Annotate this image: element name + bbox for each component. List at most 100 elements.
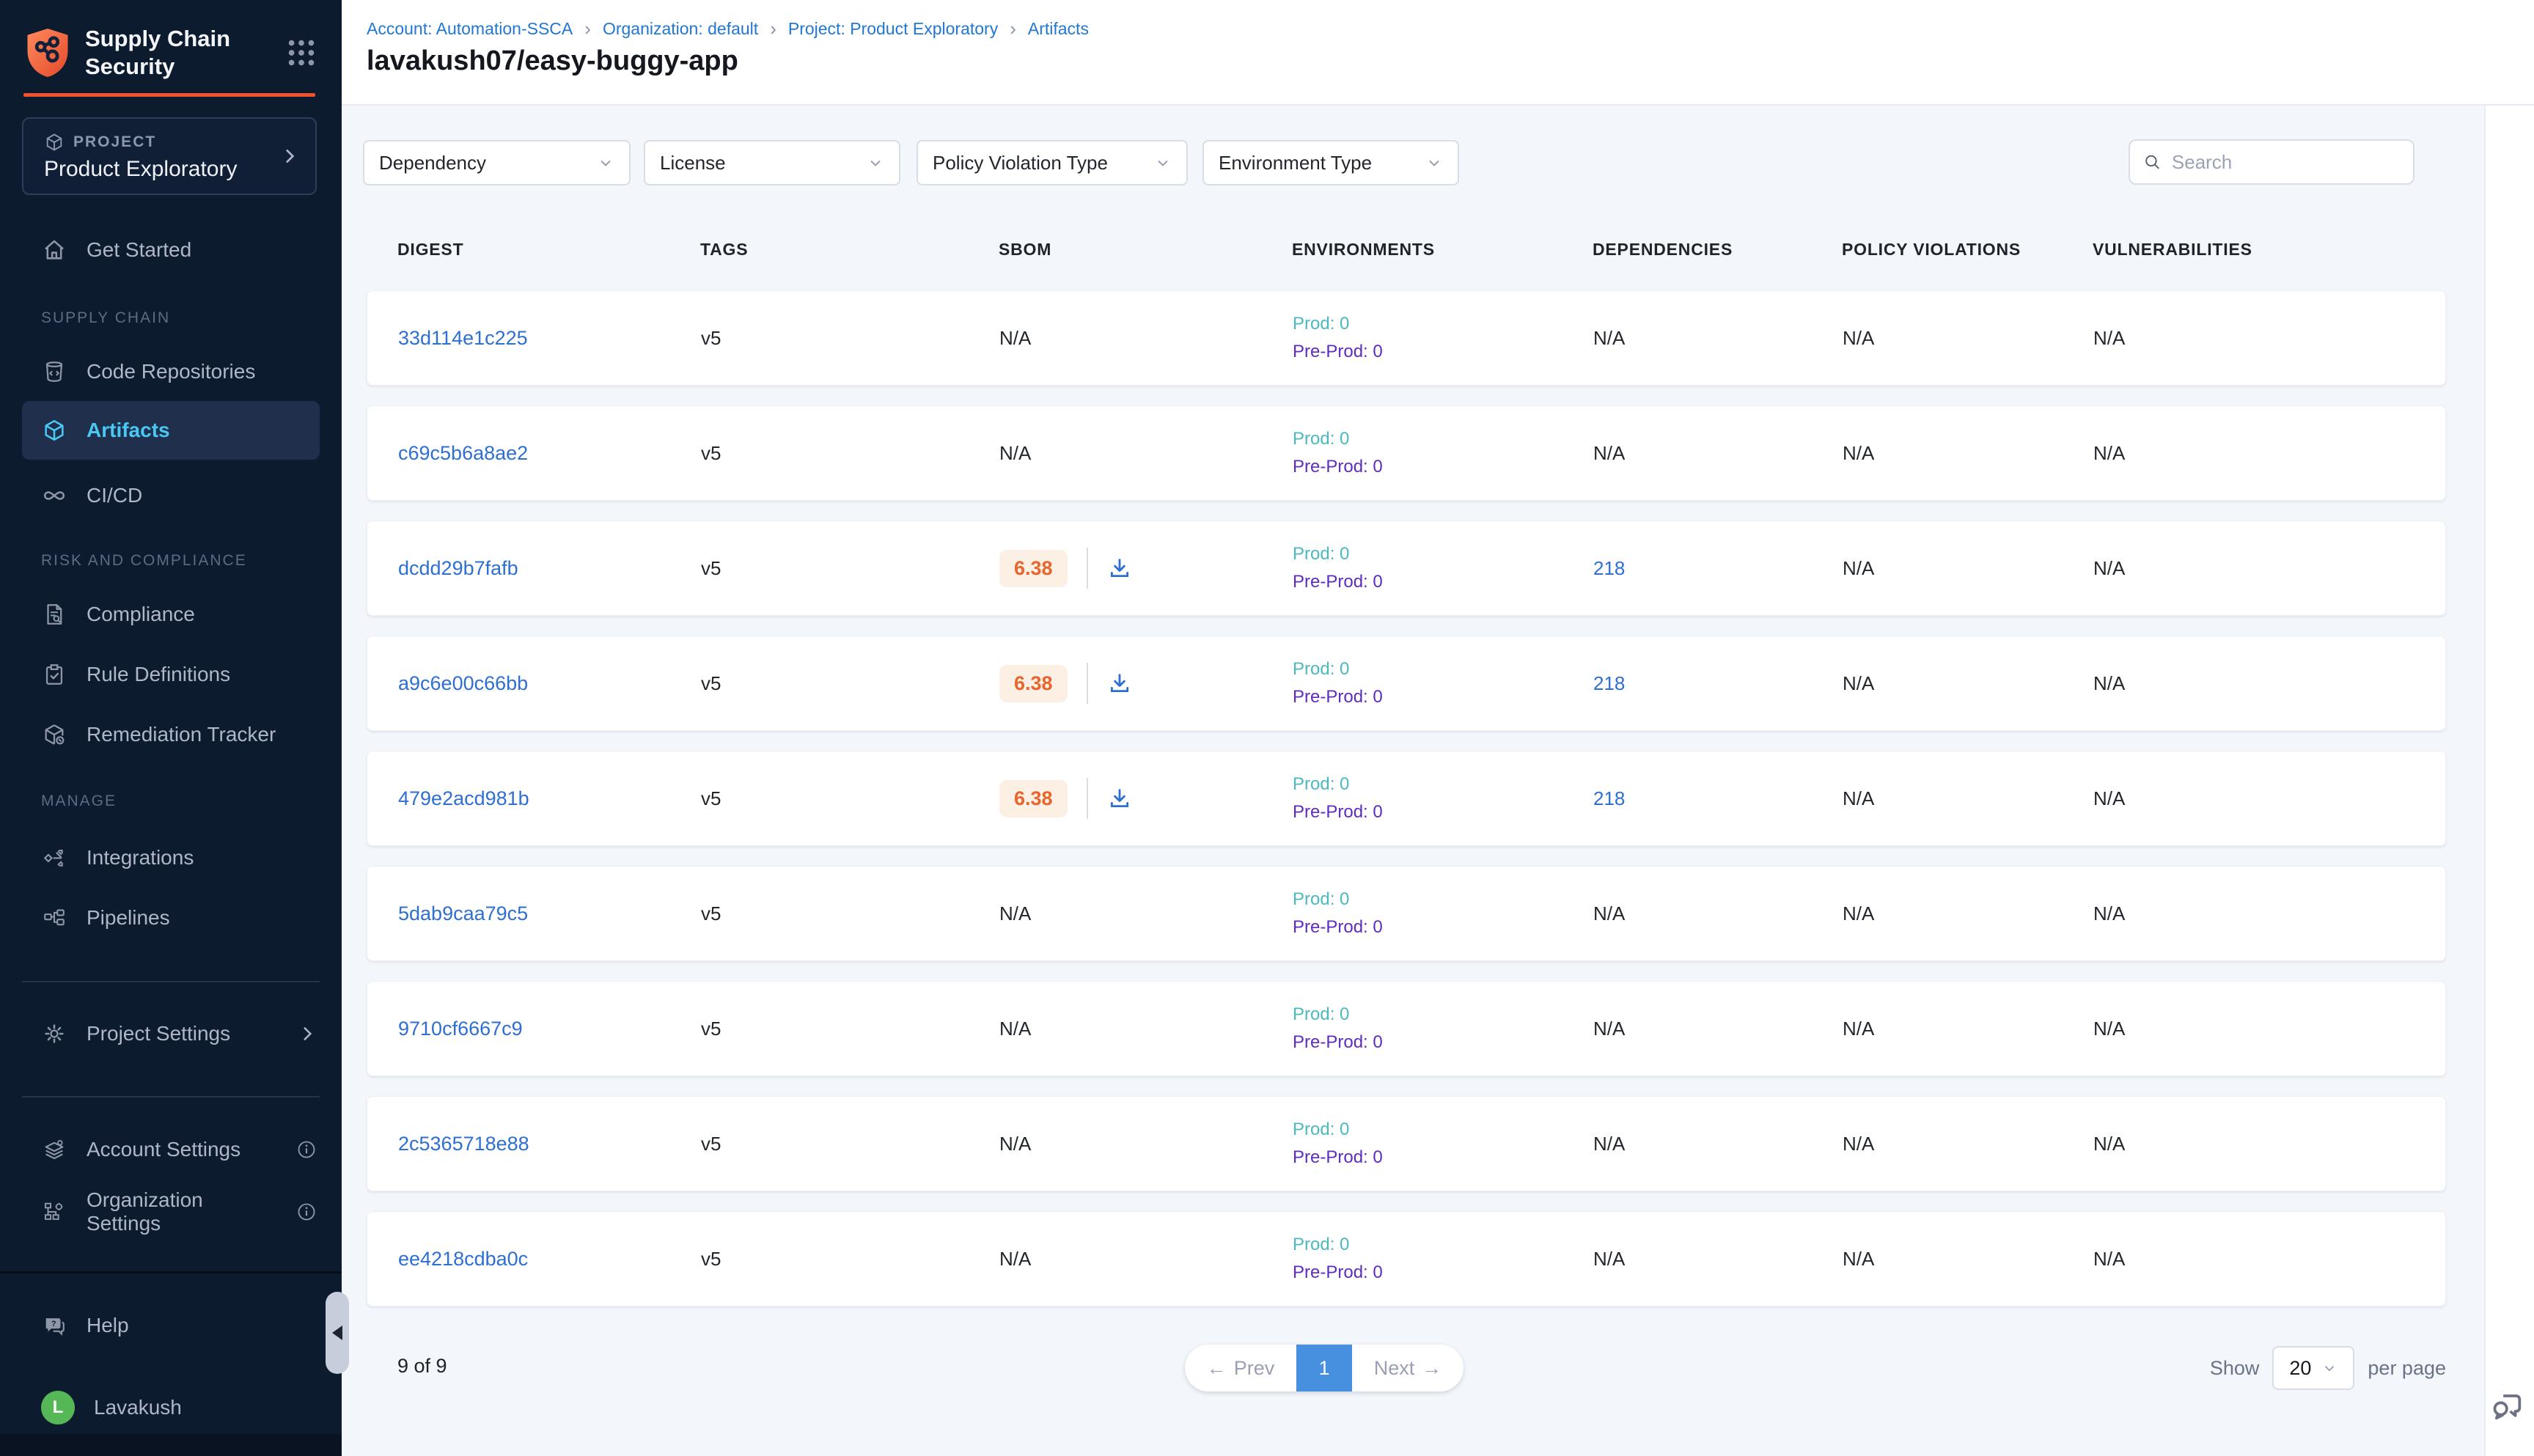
policy-violations-cell: N/A — [1843, 902, 2093, 925]
sidebar-item-label: Project Settings — [87, 1022, 230, 1045]
search-input[interactable] — [2172, 151, 2400, 174]
per-page-label: per page — [2368, 1357, 2446, 1380]
digest-link[interactable]: ee4218cdba0c — [398, 1248, 528, 1270]
tag-cell: v5 — [701, 1248, 999, 1271]
sbom-score-badge: 6.38 — [999, 780, 1068, 817]
sbom-value: N/A — [999, 1248, 1031, 1271]
sbom-cell: N/A — [999, 442, 1293, 465]
digest-cell: ee4218cdba0c — [398, 1248, 701, 1271]
digest-cell: 479e2acd981b — [398, 787, 701, 810]
preprod-count: Pre-Prod: 0 — [1293, 457, 1593, 477]
environments-cell: Prod: 0 Pre-Prod: 0 — [1293, 544, 1593, 592]
column-header-sbom: SBOM — [999, 240, 1292, 260]
sidebar-item-user-profile[interactable]: L Lavakush — [0, 1378, 342, 1437]
sbom-download-icon[interactable] — [1107, 671, 1132, 696]
app-logo-row: Supply Chain Security — [23, 18, 318, 88]
breadcrumb-account-link[interactable]: Account: Automation-SSCA — [367, 19, 573, 39]
sbom-cell: 6.38 — [999, 778, 1293, 819]
prod-count: Prod: 0 — [1293, 544, 1593, 565]
table-header: DIGEST TAGS SBOM ENVIRONMENTS DEPENDENCI… — [367, 235, 2446, 264]
breadcrumb-artifacts-link[interactable]: Artifacts — [1028, 19, 1089, 39]
sidebar-item-help[interactable]: ? Help — [0, 1296, 342, 1355]
collapse-arrow-icon — [332, 1326, 342, 1340]
dependencies-cell: 218 — [1593, 787, 1843, 810]
module-grid-icon[interactable] — [284, 36, 318, 70]
sidebar-item-compliance[interactable]: Compliance — [0, 585, 342, 644]
digest-link[interactable]: 2c5365718e88 — [398, 1133, 529, 1155]
sidebar-item-code-repositories[interactable]: Code Repositories — [0, 342, 342, 401]
sidebar-item-organization-settings[interactable]: Organization Settings — [0, 1183, 342, 1241]
sbom-divider — [1087, 663, 1088, 704]
filter-label: License — [660, 152, 726, 174]
digest-link[interactable]: 33d114e1c225 — [398, 327, 528, 349]
digest-link[interactable]: a9c6e00c66bb — [398, 672, 528, 694]
sidebar-item-label: Code Repositories — [87, 360, 255, 383]
sidebar-item-artifacts[interactable]: Artifacts — [22, 401, 320, 460]
help-chat-icon: ? — [41, 1312, 67, 1339]
next-page-button[interactable]: Next → — [1352, 1345, 1464, 1391]
project-selector[interactable]: PROJECT Product Exploratory — [22, 117, 317, 195]
preprod-count: Pre-Prod: 0 — [1293, 802, 1593, 823]
info-icon[interactable] — [296, 1202, 317, 1222]
sbom-score-badge: 6.38 — [999, 550, 1068, 587]
sidebar-item-remediation-tracker[interactable]: Remediation Tracker — [0, 705, 342, 764]
filter-environment-type[interactable]: Environment Type — [1202, 140, 1459, 185]
per-page-select[interactable]: 20 — [2272, 1346, 2354, 1390]
sidebar-item-pipelines[interactable]: Pipelines — [0, 889, 342, 947]
sidebar-item-cicd[interactable]: CI/CD — [0, 466, 342, 525]
table-row: 2c5365718e88 v5 N/A Prod: 0 Pre-Prod: 0 … — [367, 1096, 2446, 1191]
pagination-summary: 9 of 9 — [397, 1355, 447, 1378]
sidebar-item-account-settings[interactable]: Account Settings — [0, 1120, 342, 1179]
filter-dependency[interactable]: Dependency — [363, 140, 631, 185]
sidebar-item-get-started[interactable]: Get Started — [0, 221, 342, 279]
digest-link[interactable]: dcdd29b7fafb — [398, 557, 518, 579]
filter-license[interactable]: License — [644, 140, 900, 185]
sbom-cell: N/A — [999, 327, 1293, 350]
chat-support-icon[interactable] — [2487, 1386, 2528, 1427]
policy-violations-cell: N/A — [1843, 442, 2093, 465]
dependencies-cell: 218 — [1593, 557, 1843, 580]
column-header-digest: DIGEST — [397, 240, 700, 260]
prod-count: Prod: 0 — [1293, 429, 1593, 449]
dependencies-link[interactable]: 218 — [1593, 557, 1625, 579]
environments-cell: Prod: 0 Pre-Prod: 0 — [1293, 889, 1593, 938]
sidebar: Supply Chain Security PROJECT Product Ex… — [0, 0, 342, 1456]
project-cube-icon — [44, 132, 65, 152]
sbom-cell: 6.38 — [999, 548, 1293, 589]
app-title: Supply Chain Security — [85, 25, 254, 81]
sidebar-item-rule-definitions[interactable]: Rule Definitions — [0, 645, 342, 704]
dependencies-link[interactable]: 218 — [1593, 672, 1625, 694]
digest-link[interactable]: 5dab9caa79c5 — [398, 902, 528, 924]
breadcrumb-project-link[interactable]: Project: Product Exploratory — [788, 19, 998, 39]
cicd-infinity-icon — [41, 482, 67, 509]
sbom-value: N/A — [999, 1018, 1031, 1040]
prod-count: Prod: 0 — [1293, 889, 1593, 910]
sidebar-collapse-handle[interactable] — [326, 1292, 349, 1374]
digest-cell: a9c6e00c66bb — [398, 672, 701, 695]
digest-link[interactable]: c69c5b6a8ae2 — [398, 442, 528, 464]
dependencies-cell: N/A — [1593, 1248, 1843, 1271]
digest-link[interactable]: 9710cf6667c9 — [398, 1018, 523, 1040]
policy-violations-cell: N/A — [1843, 787, 2093, 810]
policy-violations-cell: N/A — [1843, 672, 2093, 695]
digest-link[interactable]: 479e2acd981b — [398, 787, 529, 809]
sbom-download-icon[interactable] — [1107, 556, 1132, 581]
dependencies-cell: N/A — [1593, 327, 1843, 350]
dependencies-link[interactable]: 218 — [1593, 787, 1625, 809]
vulnerabilities-cell: N/A — [2093, 442, 2447, 465]
dependencies-cell: N/A — [1593, 1018, 1843, 1040]
tag-cell: v5 — [701, 1018, 999, 1040]
sidebar-item-integrations[interactable]: Integrations — [0, 828, 342, 887]
sidebar-item-project-settings[interactable]: Project Settings — [0, 1004, 342, 1063]
breadcrumb-organization-link[interactable]: Organization: default — [603, 19, 758, 39]
info-icon[interactable] — [296, 1139, 317, 1160]
filter-label: Dependency — [379, 152, 486, 174]
filter-policy-violation-type[interactable]: Policy Violation Type — [917, 140, 1188, 185]
tag-cell: v5 — [701, 1133, 999, 1155]
policy-violations-cell: N/A — [1843, 1133, 2093, 1155]
prev-page-button[interactable]: ← Prev — [1185, 1345, 1296, 1391]
sbom-download-icon[interactable] — [1107, 786, 1132, 811]
page-number-button[interactable]: 1 — [1296, 1345, 1352, 1391]
sidebar-item-label: Artifacts — [87, 419, 170, 442]
supply-chain-security-logo-icon — [23, 26, 72, 79]
